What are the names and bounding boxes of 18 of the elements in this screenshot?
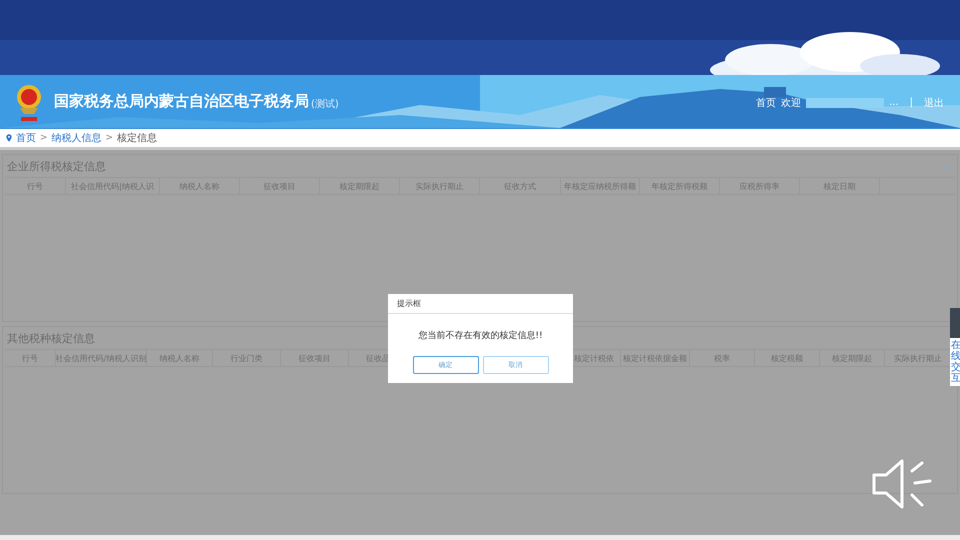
welcome-text: 欢迎 (781, 96, 802, 110)
nav-separator: | (910, 97, 913, 108)
dialog-message: 您当前不存在有效的核定信息!! (417, 330, 544, 342)
ellipsis-text: ... (889, 97, 899, 108)
dialog-title: 提示框 (397, 298, 421, 309)
breadcrumb-link[interactable]: 首页 (16, 131, 36, 145)
section-title: 其他税种核定信息 (7, 330, 95, 346)
location-pin-icon (6, 134, 12, 142)
home-link[interactable]: 首页 (756, 96, 776, 110)
breadcrumb-link[interactable]: 纳税人信息 (52, 131, 102, 145)
section-title: 企业所得税核定信息 (7, 158, 106, 174)
current-page-label: 核定信息 (117, 132, 158, 145)
widget-tab[interactable] (950, 308, 960, 338)
breadcrumb-separator: > (40, 133, 48, 143)
test-label: (测试) (311, 98, 339, 110)
chevron-down-icon[interactable] (944, 163, 953, 169)
site-title: 国家税务总局内蒙古自治区电子税务局 (54, 92, 309, 111)
breadcrumb-separator: > (106, 133, 114, 143)
